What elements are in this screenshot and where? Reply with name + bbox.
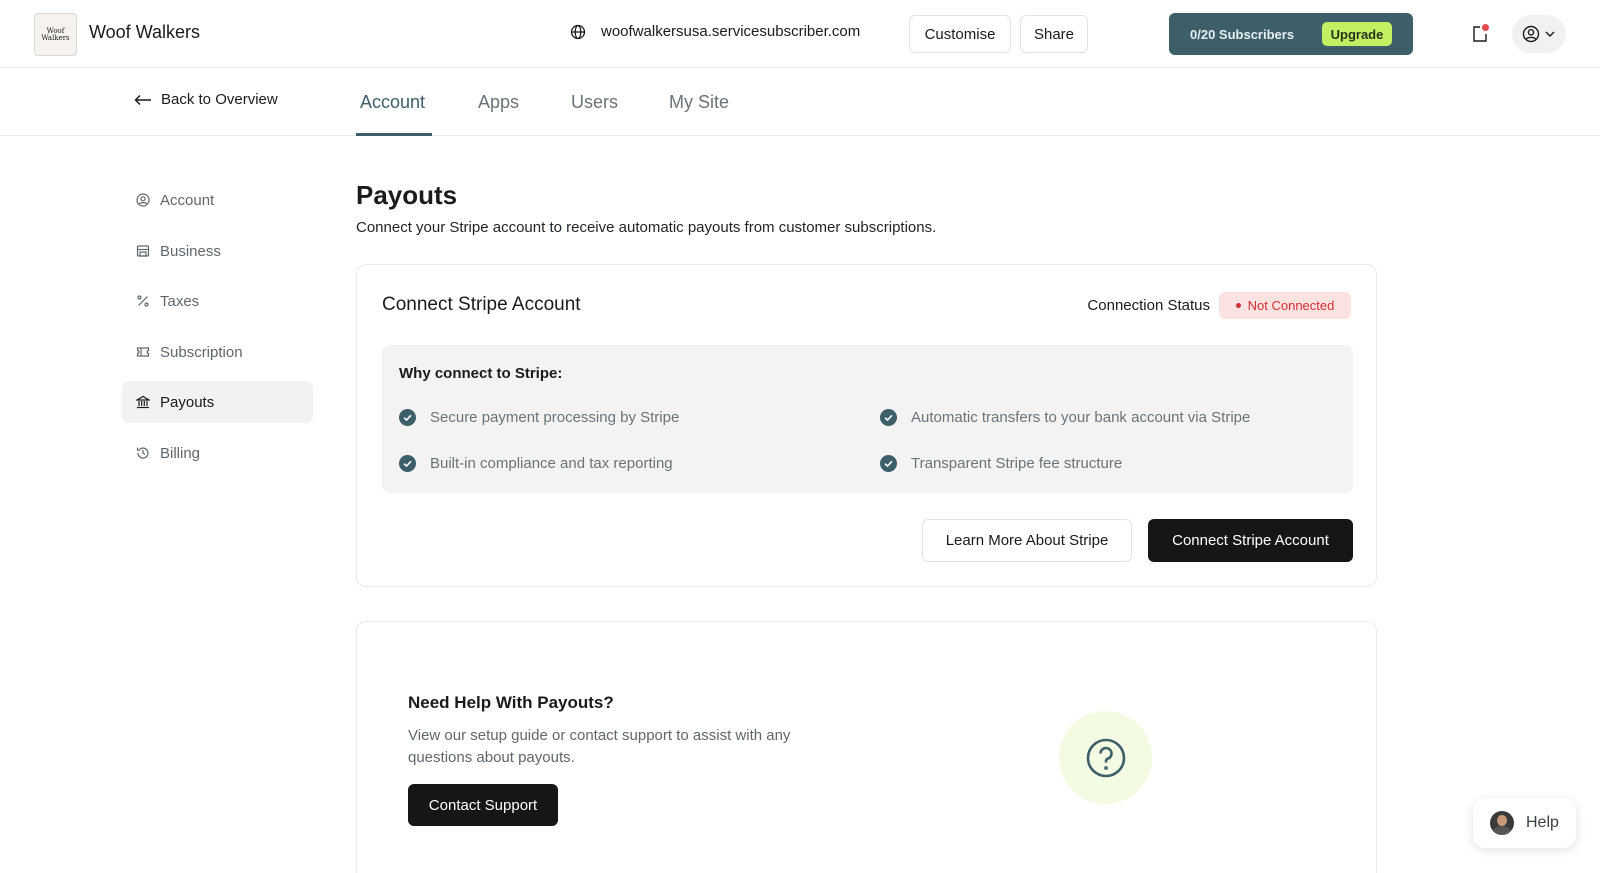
why-connect-title: Why connect to Stripe: [399, 365, 563, 382]
bank-icon [136, 395, 150, 409]
brand-logo[interactable]: Woof Walkers [34, 13, 77, 56]
help-widget-label: Help [1526, 814, 1559, 831]
sidebar-item-label: Subscription [160, 343, 243, 361]
back-to-overview-link[interactable]: Back to Overview [134, 91, 278, 108]
sidebar-item-business[interactable]: Business [122, 230, 313, 272]
tab-users[interactable]: Users [571, 92, 618, 113]
connect-stripe-button[interactable]: Connect Stripe Account [1148, 519, 1353, 562]
sidebar-item-account[interactable]: Account [122, 179, 313, 221]
why-connect-box: Why connect to Stripe: Secure payment pr… [382, 345, 1353, 493]
help-card-description: View our setup guide or contact support … [408, 727, 791, 766]
page-subtitle: Connect your Stripe account to receive a… [356, 219, 937, 236]
benefit-item: Transparent Stripe fee structure [880, 455, 1122, 472]
tab-apps[interactable]: Apps [478, 92, 519, 113]
store-icon [136, 245, 150, 257]
upgrade-button[interactable]: Upgrade [1322, 22, 1392, 46]
top-bar: Woof Walkers Woof Walkers woofwalkersusa… [0, 0, 1600, 68]
subscriber-count: 0/20 Subscribers [1190, 26, 1295, 42]
help-illustration [1059, 711, 1152, 804]
sidebar-item-billing[interactable]: Billing [122, 432, 313, 474]
benefit-text: Secure payment processing by Stripe [430, 409, 680, 426]
history-icon [136, 447, 149, 459]
sidebar-item-label: Payouts [160, 393, 215, 411]
support-avatar [1490, 811, 1514, 835]
sidebar-item-label: Business [160, 242, 221, 260]
active-tab-indicator [356, 133, 432, 136]
benefit-text: Automatic transfers to your bank account… [911, 409, 1251, 426]
check-circle-icon [399, 455, 416, 472]
benefit-text: Transparent Stripe fee structure [911, 455, 1123, 472]
back-label: Back to Overview [161, 91, 278, 108]
customise-button[interactable]: Customise [909, 15, 1011, 53]
profile-menu-button[interactable] [1512, 15, 1566, 53]
page-title: Payouts [356, 180, 458, 210]
site-url-text: woofwalkersusa.servicesubscriber.com [601, 23, 861, 40]
question-circle-icon [1086, 738, 1125, 777]
sidebar-item-payouts[interactable]: Payouts [122, 381, 313, 423]
share-button[interactable]: Share [1020, 15, 1088, 53]
help-chat-widget[interactable]: Help [1473, 798, 1576, 848]
sidebar-item-taxes[interactable]: Taxes [122, 280, 313, 322]
user-circle-icon [136, 193, 150, 207]
sidebar-item-subscription[interactable]: Subscription [122, 331, 313, 373]
sidebar-item-label: Taxes [160, 292, 200, 310]
chevron-down-icon [1545, 31, 1555, 37]
benefit-item: Secure payment processing by Stripe [399, 409, 679, 426]
arrow-left-icon [134, 94, 151, 105]
contact-support-button[interactable]: Contact Support [408, 784, 558, 826]
status-badge: Not Connected [1219, 292, 1351, 319]
ticket-icon [136, 347, 150, 357]
card-title: Connect Stripe Account [382, 294, 581, 315]
notification-dot [1482, 24, 1489, 31]
benefit-item: Built-in compliance and tax reporting [399, 455, 673, 472]
connection-status-label: Connection Status [1087, 297, 1210, 314]
site-url-link[interactable]: woofwalkersusa.servicesubscriber.com [570, 23, 860, 40]
status-badge-text: Not Connected [1247, 298, 1335, 313]
learn-more-stripe-button[interactable]: Learn More About Stripe [922, 519, 1132, 562]
brand-name: Woof Walkers [89, 22, 201, 42]
globe-icon [570, 24, 586, 39]
check-circle-icon [880, 409, 897, 426]
sidebar-item-label: Billing [160, 444, 201, 462]
help-card-title: Need Help With Payouts? [408, 693, 614, 712]
sidebar-item-label: Account [160, 191, 215, 209]
tab-account[interactable]: Account [360, 92, 425, 113]
user-circle-icon [1522, 25, 1540, 43]
benefit-text: Built-in compliance and tax reporting [430, 455, 673, 472]
payouts-help-card: Need Help With Payouts? View our setup g… [356, 621, 1377, 873]
percent-icon [137, 295, 149, 307]
tab-my-site[interactable]: My Site [669, 92, 729, 113]
benefit-item: Automatic transfers to your bank account… [880, 409, 1250, 426]
subscriber-usage-box: 0/20 Subscribers Upgrade [1169, 13, 1413, 55]
logo-text: Woof Walkers [41, 26, 70, 42]
check-circle-icon [399, 409, 416, 426]
status-dot [1235, 303, 1241, 308]
check-circle-icon [880, 455, 897, 472]
connect-stripe-card: Connect Stripe Account Connection Status… [356, 264, 1377, 587]
tab-bar: Back to Overview Account Apps Users My S… [0, 68, 1600, 136]
